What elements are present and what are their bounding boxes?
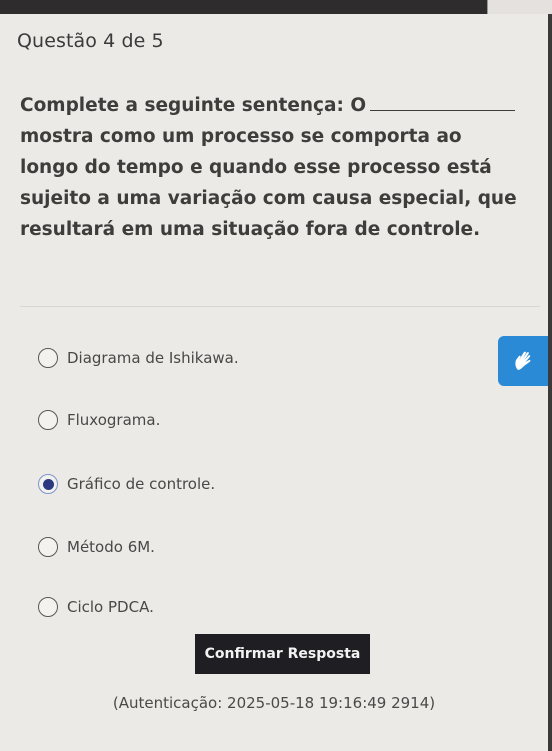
option-label: Método 6M. bbox=[67, 538, 155, 556]
sign-language-icon bbox=[515, 351, 531, 370]
option-label: Diagrama de Ishikawa. bbox=[67, 349, 239, 367]
question-line: resultará em uma situação fora de contro… bbox=[20, 219, 481, 240]
option-label: Ciclo PDCA. bbox=[67, 598, 154, 616]
option-fluxograma[interactable]: Fluxograma. bbox=[38, 408, 160, 432]
accessibility-helper-button[interactable] bbox=[498, 336, 548, 386]
option-metodo-6m[interactable]: Método 6M. bbox=[38, 535, 155, 559]
option-label: Gráfico de controle. bbox=[67, 475, 216, 493]
confirm-answer-button[interactable]: Confirmar Resposta bbox=[195, 634, 370, 674]
question-title: Questão 4 de 5 bbox=[17, 30, 164, 52]
option-ciclo-pdca[interactable]: Ciclo PDCA. bbox=[38, 595, 154, 619]
option-label: Fluxograma. bbox=[67, 411, 161, 429]
window-tab[interactable] bbox=[487, 0, 552, 14]
question-line: longo do tempo e quando esse processo es… bbox=[20, 157, 492, 178]
option-grafico-de-controle[interactable]: Gráfico de controle. bbox=[38, 472, 215, 496]
option-ishikawa[interactable]: Diagrama de Ishikawa. bbox=[38, 346, 239, 370]
question-text: Complete a seguinte sentença: O mostra c… bbox=[20, 90, 540, 245]
radio-button[interactable] bbox=[38, 348, 58, 368]
window-top-bar bbox=[0, 0, 552, 14]
radio-button[interactable] bbox=[38, 597, 58, 617]
radio-button-selected[interactable] bbox=[38, 474, 58, 494]
question-line: Complete a seguinte sentença: O bbox=[20, 95, 367, 116]
question-line: sujeito a uma variação com causa especia… bbox=[20, 188, 517, 209]
divider bbox=[20, 306, 540, 307]
answer-blank bbox=[370, 92, 516, 111]
question-line: mostra como um processo se comporta ao bbox=[20, 126, 462, 147]
radio-button[interactable] bbox=[38, 537, 58, 557]
window-frame-edge bbox=[548, 14, 552, 751]
radio-button[interactable] bbox=[38, 410, 58, 430]
authentication-text: (Autenticação: 2025-05-18 19:16:49 2914) bbox=[112, 694, 436, 712]
